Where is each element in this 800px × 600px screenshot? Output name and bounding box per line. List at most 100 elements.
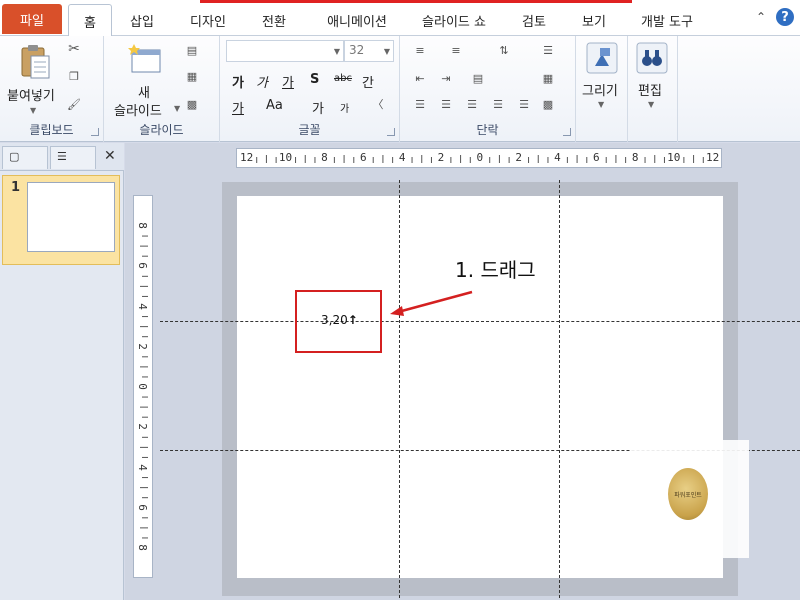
paste-icon <box>21 45 50 79</box>
clear-formatting-icon[interactable]: 〈 <box>370 98 386 112</box>
slides-pane: ▢ ☰ ✕ 1 <box>0 143 124 600</box>
close-icon[interactable]: ✕ <box>104 148 116 164</box>
ruler-tick-label: 2 <box>135 342 149 350</box>
drawing-button[interactable]: 그리기 ▼ <box>578 38 626 118</box>
slides-tab-icon: ▢ <box>9 150 20 163</box>
logo-stamp: 파워포인트 <box>668 468 708 520</box>
columns-icon[interactable]: ☰ <box>540 44 556 58</box>
align-right-icon[interactable]: ☰ <box>464 98 480 112</box>
ruler-tick-label: 2 <box>515 151 522 164</box>
dialog-launcher-icon[interactable] <box>387 128 395 136</box>
ruler-tick-label: 10 <box>278 151 293 164</box>
chevron-down-icon: ▼ <box>383 47 390 56</box>
smartart-icon[interactable]: ▩ <box>540 98 556 112</box>
shadow-button[interactable]: S <box>310 72 319 87</box>
tab-design[interactable]: 디자인 <box>180 6 236 34</box>
outline-tab[interactable]: ☰ <box>50 146 96 169</box>
slide-number: 1 <box>11 180 21 195</box>
tab-transitions[interactable]: 전환 <box>252 6 296 34</box>
ruler-tick-label: 6 <box>593 151 600 164</box>
chevron-down-icon: ▼ <box>598 100 605 109</box>
ruler-tick-label: 8 <box>135 222 149 229</box>
tab-view[interactable]: 보기 <box>572 6 616 34</box>
guide-position-value: 3,20 <box>321 313 348 327</box>
reset-slide-icon[interactable]: ▦ <box>184 70 200 84</box>
copy-icon[interactable]: ❐ <box>66 70 82 84</box>
slide-thumbnail[interactable]: 1 <box>2 175 120 265</box>
vertical-guide[interactable] <box>399 180 400 598</box>
align-text-icon[interactable]: ▦ <box>540 72 556 86</box>
paragraph-group-label: 단락 <box>476 123 499 137</box>
new-slide-button[interactable]: 새 슬라이드 ▼ <box>108 38 181 119</box>
horizontal-guide[interactable] <box>160 321 800 322</box>
increase-indent-icon[interactable]: ⇥ <box>438 72 454 86</box>
dialog-launcher-icon[interactable] <box>563 128 571 136</box>
align-left-icon[interactable]: ☰ <box>412 98 428 112</box>
text-direction-icon[interactable]: ▤ <box>470 72 486 86</box>
ruler-tick-label: 4 <box>554 151 561 164</box>
paragraph-group: ≡ ≡ ⇅ ☰ ⇤ ⇥ ▤ ▦ ☰ ☰ ☰ ☰ ☰ ▩ 단락 <box>400 36 576 142</box>
align-center-icon[interactable]: ☰ <box>438 98 454 112</box>
italic-button[interactable]: 가 <box>256 72 268 91</box>
ruler-tick-label: 0 <box>135 383 149 390</box>
tab-slide-show[interactable]: 슬라이드 쇼 <box>412 6 496 34</box>
tab-home[interactable]: 홈 <box>68 4 112 37</box>
justify-icon[interactable]: ☰ <box>490 98 506 112</box>
cut-icon[interactable]: ✂ <box>66 42 82 56</box>
decrease-indent-icon[interactable]: ⇤ <box>412 72 428 86</box>
chevron-down-icon: ▼ <box>174 104 181 113</box>
vertical-ruler[interactable]: 8 6 4 2 0 2 4 6 8 <box>133 195 153 578</box>
ruler-tick-label: 4 <box>135 302 149 310</box>
text-cursor-icon: ↑ <box>347 313 358 327</box>
paste-button[interactable]: 붙여넣기 ▼ <box>2 38 62 116</box>
underline-button[interactable]: 가 <box>282 72 294 91</box>
tab-file[interactable]: 파일 <box>2 4 62 34</box>
section-icon[interactable]: ▩ <box>184 98 200 112</box>
font-name-combo[interactable]: ▼ <box>226 40 344 62</box>
drawing-group: 그리기 ▼ <box>576 36 628 142</box>
tab-developer[interactable]: 개발 도구 <box>632 6 702 34</box>
shapes-icon <box>586 42 618 74</box>
drawing-label: 그리기 <box>582 84 618 99</box>
tab-insert[interactable]: 삽입 <box>120 6 164 34</box>
font-size-combo[interactable]: 32 ▼ <box>344 40 394 62</box>
new-slide-label-1: 새 <box>138 86 150 101</box>
outline-tab-icon: ☰ <box>57 150 67 163</box>
ruler-tick-label: 4 <box>135 463 149 471</box>
ruler-tick-label: 0 <box>476 151 484 164</box>
change-case-button[interactable]: Aa <box>266 98 283 113</box>
tab-animations[interactable]: 애니메이션 <box>312 6 402 34</box>
vertical-guide-2[interactable] <box>559 180 560 598</box>
minimize-ribbon-icon[interactable]: ⌃ <box>756 10 766 24</box>
slides-tab[interactable]: ▢ <box>2 146 48 169</box>
strikethrough-button[interactable]: abc <box>334 73 352 84</box>
char-spacing-button[interactable]: 간 <box>362 72 374 91</box>
layout-icon[interactable]: ▤ <box>184 44 200 58</box>
help-icon[interactable]: ? <box>776 8 794 26</box>
font-color-button[interactable]: 가 <box>232 98 244 117</box>
ruler-tick-label: 6 <box>135 262 149 270</box>
ruler-tick-label: 2 <box>135 423 149 431</box>
paste-label: 붙여넣기 <box>7 89 55 104</box>
ruler-tick-label: 2 <box>437 151 445 164</box>
font-group: ▼ 32 ▼ 가 가 가 S abc 간 가 Aa 가 가 〈 글꼴 <box>220 36 400 142</box>
horizontal-ruler[interactable]: 12 10 8 6 4 2 0 2 4 6 8 10 12 <box>236 148 722 168</box>
chevron-down-icon: ▼ <box>30 106 37 115</box>
shrink-font-button[interactable]: 가 <box>340 100 349 115</box>
bold-button[interactable]: 가 <box>232 72 244 91</box>
line-spacing-icon[interactable]: ⇅ <box>496 44 512 58</box>
binoculars-icon <box>636 42 668 74</box>
distributed-icon[interactable]: ☰ <box>516 98 532 112</box>
grow-font-button[interactable]: 가 <box>312 98 324 117</box>
editing-button[interactable]: 편집 ▼ <box>630 38 676 118</box>
ruler-tick-label: 12 <box>706 151 720 164</box>
dialog-launcher-icon[interactable] <box>91 128 99 136</box>
numbering-icon[interactable]: ≡ <box>448 44 464 58</box>
format-painter-icon[interactable]: 🖌 <box>66 98 82 112</box>
ruler-tick-label: 12 <box>240 151 254 164</box>
new-slide-label-2: 슬라이드 <box>114 104 162 119</box>
new-slide-icon <box>128 44 161 73</box>
tab-review[interactable]: 검토 <box>512 6 556 34</box>
ruler-tick-label: 6 <box>135 503 149 511</box>
bullets-icon[interactable]: ≡ <box>412 44 428 58</box>
